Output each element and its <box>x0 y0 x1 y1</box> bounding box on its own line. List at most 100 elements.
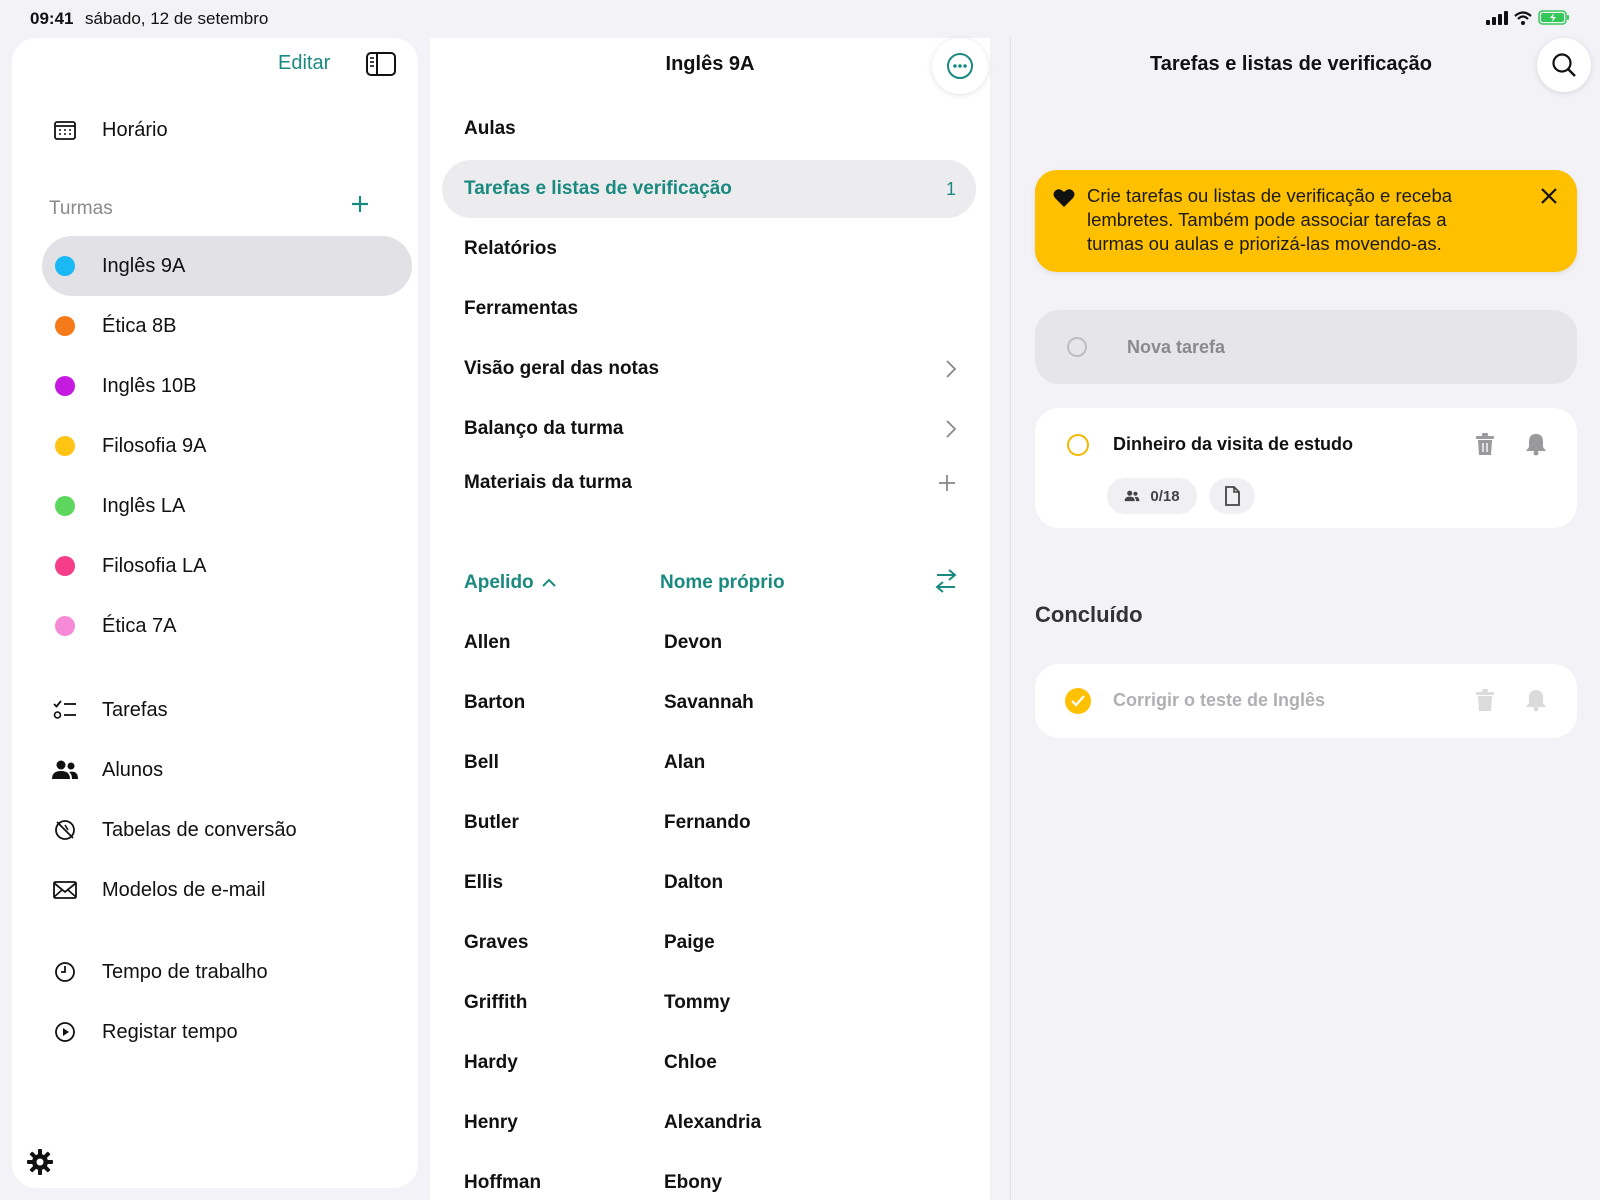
tasks-panel: Tarefas e listas de verificação Crie tar… <box>1010 38 1600 1200</box>
class-color-dot <box>55 376 75 396</box>
more-options-button[interactable] <box>932 38 988 94</box>
student-last-name[interactable]: Ellis <box>464 872 503 894</box>
student-first-name[interactable]: Paige <box>664 932 715 954</box>
menu-item-lessons[interactable]: Aulas <box>442 100 976 158</box>
sidebar-item-register-time[interactable]: Registar tempo <box>42 1002 412 1062</box>
menu-item-tasks-checklists[interactable]: Tarefas e listas de verificação 1 <box>442 160 976 218</box>
sidebar-item-label: Filosofia LA <box>102 554 207 577</box>
checklist-icon <box>50 699 80 721</box>
student-last-name[interactable]: Graves <box>464 932 528 954</box>
sidebar-item-label: Tabelas de conversão <box>102 818 297 841</box>
chevron-up-icon <box>541 578 556 587</box>
student-first-name[interactable]: Fernando <box>664 812 751 834</box>
task-card[interactable]: Dinheiro da visita de estudo 0/18 <box>1035 408 1577 528</box>
sort-by-last-name-button[interactable]: Apelido <box>464 572 556 594</box>
gear-icon[interactable] <box>26 1148 54 1181</box>
status-bar: 09:41 sábado, 12 de setembro <box>0 0 1600 36</box>
plus-icon[interactable] <box>938 474 956 492</box>
new-task-row[interactable] <box>1035 310 1577 384</box>
student-first-name[interactable]: Alexandria <box>664 1112 761 1134</box>
calendar-icon <box>50 120 80 140</box>
trash-icon[interactable] <box>1475 432 1495 461</box>
student-first-name[interactable]: Alan <box>664 752 705 774</box>
student-last-name[interactable]: Barton <box>464 692 525 714</box>
student-first-name[interactable]: Savannah <box>664 692 754 714</box>
sidebar-item-label: Alunos <box>102 758 164 781</box>
close-icon[interactable] <box>1539 186 1559 211</box>
chevron-right-icon <box>946 420 956 438</box>
sidebar-item-label: Modelos de e-mail <box>102 878 266 901</box>
menu-item-tools[interactable]: Ferramentas <box>442 280 976 338</box>
task-checkbox[interactable] <box>1067 434 1089 456</box>
classes-section-title: Turmas <box>49 198 113 219</box>
sidebar-item-tasks[interactable]: Tarefas <box>42 680 412 740</box>
student-last-name[interactable]: Hoffman <box>464 1172 541 1194</box>
play-circle-icon <box>50 1021 80 1043</box>
sidebar-class-filosofia-la[interactable]: Filosofia LA <box>42 536 412 596</box>
empty-circle-icon <box>1067 337 1087 357</box>
student-first-name[interactable]: Chloe <box>664 1052 717 1074</box>
class-color-dot <box>55 496 75 516</box>
sidebar-item-label: Registar tempo <box>102 1020 238 1043</box>
sidebar-class-etica-7a[interactable]: Ética 7A <box>42 596 412 656</box>
student-last-name[interactable]: Butler <box>464 812 519 834</box>
sidebar-class-ingles-la[interactable]: Inglês LA <box>42 476 412 536</box>
bell-icon[interactable] <box>1525 688 1547 717</box>
student-last-name[interactable]: Hardy <box>464 1052 518 1074</box>
swap-arrows-icon[interactable] <box>934 568 958 599</box>
sidebar-item-work-time[interactable]: Tempo de trabalho <box>42 942 412 1002</box>
student-first-name[interactable]: Devon <box>664 632 722 654</box>
class-color-dot <box>55 256 75 276</box>
student-last-name[interactable]: Bell <box>464 752 499 774</box>
student-last-name[interactable]: Allen <box>464 632 510 654</box>
attachment-chip[interactable] <box>1209 478 1255 514</box>
add-class-plus-icon[interactable] <box>350 194 370 219</box>
sidebar-class-ingles-9a[interactable]: Inglês 9A <box>42 236 412 296</box>
sidebar-item-conversion-tables[interactable]: Tabelas de conversão <box>42 800 412 860</box>
student-count: 0/18 <box>1150 487 1180 505</box>
menu-item-grades-overview[interactable]: Visão geral das notas <box>442 340 976 398</box>
assigned-students-chip[interactable]: 0/18 <box>1107 478 1197 514</box>
student-last-name[interactable]: Griffith <box>464 992 527 1014</box>
bell-icon[interactable] <box>1525 432 1547 461</box>
sidebar-item-label: Inglês LA <box>102 494 186 517</box>
envelope-icon <box>50 881 80 899</box>
sidebar-item-students[interactable]: Alunos <box>42 740 412 800</box>
heart-icon <box>1053 188 1075 213</box>
people-icon <box>1124 490 1140 502</box>
menu-item-reports[interactable]: Relatórios <box>442 220 976 278</box>
status-time: 09:41 <box>30 9 74 28</box>
menu-item-label: Relatórios <box>464 238 557 259</box>
menu-item-label: Aulas <box>464 118 516 139</box>
student-first-name[interactable]: Ebony <box>664 1172 722 1194</box>
menu-item-label: Materiais da turma <box>464 472 632 493</box>
sidebar-class-filosofia-9a[interactable]: Filosofia 9A <box>42 416 412 476</box>
gauge-disabled-icon <box>50 819 80 841</box>
sidebar-toggle-icon[interactable] <box>366 52 396 81</box>
sidebar-item-label: Ética 7A <box>102 614 177 637</box>
menu-item-class-materials[interactable]: Materiais da turma <box>442 454 976 512</box>
sidebar-class-ingles-10b[interactable]: Inglês 10B <box>42 356 412 416</box>
completed-task-card[interactable]: Corrigir o teste de Inglês <box>1035 664 1577 738</box>
search-button[interactable] <box>1537 38 1591 92</box>
sidebar-item-email-templates[interactable]: Modelos de e-mail <box>42 860 412 920</box>
trash-icon[interactable] <box>1475 688 1495 717</box>
new-task-input[interactable] <box>1127 336 1507 358</box>
student-first-name[interactable]: Tommy <box>664 992 730 1014</box>
sidebar-class-etica-8b[interactable]: Ética 8B <box>42 296 412 356</box>
banner-text: Crie tarefas ou listas de verificação e … <box>1087 185 1453 254</box>
sidebar-item-schedule[interactable]: Horário <box>42 100 412 160</box>
menu-item-class-balance[interactable]: Balanço da turma <box>442 400 976 458</box>
info-banner: Crie tarefas ou listas de verificação e … <box>1035 170 1577 272</box>
sort-label: Apelido <box>464 572 534 593</box>
student-first-name[interactable]: Dalton <box>664 872 723 894</box>
sort-by-first-name-button[interactable]: Nome próprio <box>660 572 785 594</box>
student-last-name[interactable]: Henry <box>464 1112 518 1134</box>
chevron-right-icon <box>946 360 956 378</box>
menu-item-label: Ferramentas <box>464 298 579 319</box>
edit-button[interactable]: Editar <box>278 52 330 75</box>
checked-circle-icon[interactable] <box>1065 688 1091 714</box>
wifi-icon <box>1514 10 1532 25</box>
panel-title: Tarefas e listas de verificação <box>1149 53 1432 75</box>
completed-task-title: Corrigir o teste de Inglês <box>1113 690 1326 710</box>
